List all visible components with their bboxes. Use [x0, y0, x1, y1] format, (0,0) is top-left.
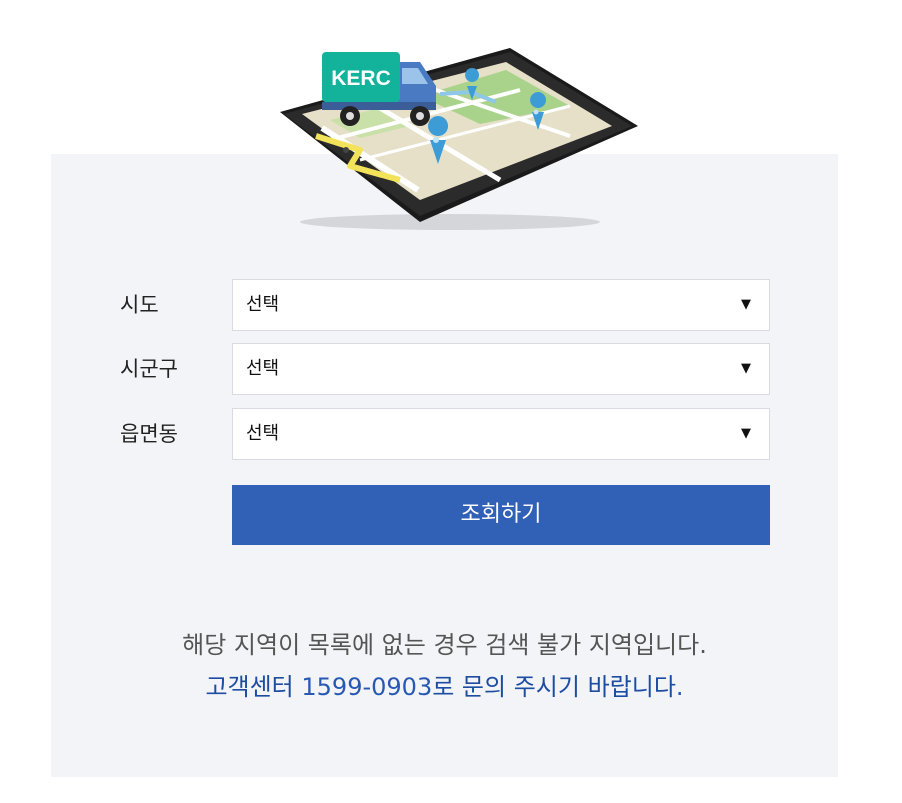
sido-select[interactable]: 선택 ▼: [232, 279, 770, 331]
search-panel: 시도 선택 ▼ 시군구 선택 ▼ 읍면동 선택 ▼ 조회하기 해당 지역이 목록…: [51, 154, 838, 777]
sigungu-label: 시군구: [120, 357, 178, 381]
eupmyeondong-select[interactable]: 선택 ▼: [232, 408, 770, 460]
page: 시도 선택 ▼ 시군구 선택 ▼ 읍면동 선택 ▼ 조회하기 해당 지역이 목록…: [0, 0, 902, 803]
notice-line1: 해당 지역이 목록에 없는 경우 검색 불가 지역입니다.: [182, 631, 707, 659]
eupmyeondong-label: 읍면동: [120, 422, 178, 446]
form-row-sido: 시도 선택 ▼: [51, 279, 838, 331]
form-row-eupmyeondong: 읍면동 선택 ▼: [51, 408, 838, 460]
search-button[interactable]: 조회하기: [232, 485, 770, 545]
chevron-down-icon: ▼: [741, 426, 751, 441]
form-row-sigungu: 시군구 선택 ▼: [51, 343, 838, 395]
tablet-map-truck-icon: KERC: [270, 40, 650, 240]
notice-line2-suffix: 로 문의 주시기 바랍니다: [432, 673, 676, 701]
notice-line2-prefix: 고객센터: [205, 673, 302, 701]
notice: 해당 지역이 목록에 없는 경우 검색 불가 지역입니다. 고객센터 1599-…: [51, 624, 838, 708]
sigungu-select-value: 선택: [246, 358, 280, 379]
customer-center-phone: 1599-0903: [301, 673, 433, 701]
sido-label: 시도: [120, 293, 159, 317]
sigungu-select[interactable]: 선택 ▼: [232, 343, 770, 395]
chevron-down-icon: ▼: [741, 361, 751, 376]
chevron-down-icon: ▼: [741, 297, 751, 312]
eupmyeondong-select-value: 선택: [246, 423, 280, 444]
notice-line2-end: .: [675, 673, 684, 701]
notice-line2: 고객센터 1599-0903로 문의 주시기 바랍니다.: [51, 666, 838, 708]
sido-select-value: 선택: [246, 294, 280, 315]
kerc-logo-text: KERC: [331, 67, 391, 90]
